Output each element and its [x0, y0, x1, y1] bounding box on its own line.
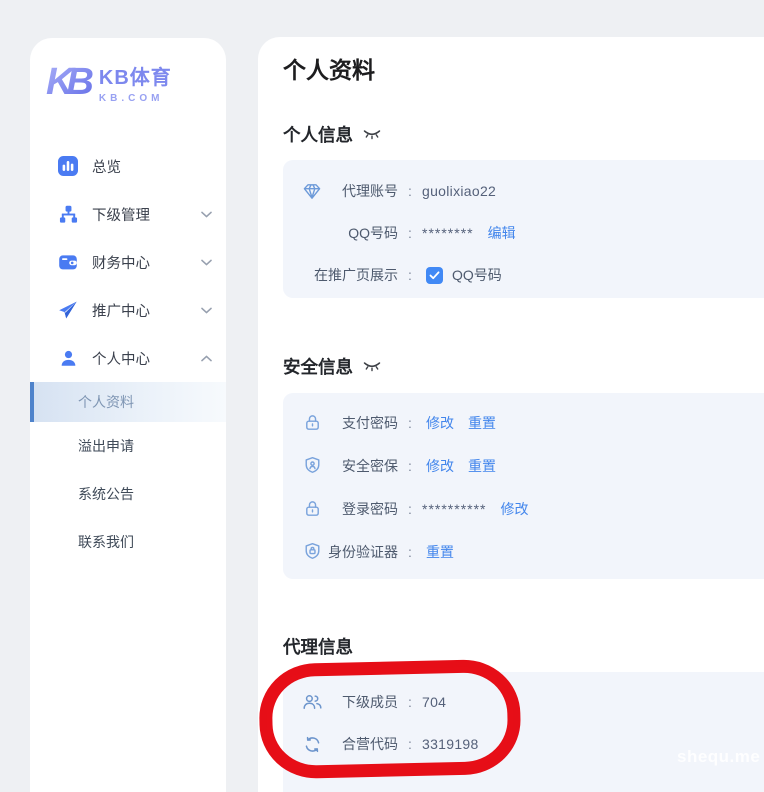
modify-link[interactable]: 修改 [426, 413, 454, 433]
sidebar-item-label: 下级管理 [92, 204, 201, 225]
reset-link[interactable]: 重置 [426, 542, 454, 562]
colon: : [398, 267, 422, 283]
subordinate-members-value: 704 [422, 694, 446, 710]
sidebar-item-label: 财务中心 [92, 252, 201, 273]
security-question-row: 安全密保 : 修改 重置 [283, 444, 764, 487]
reset-link[interactable]: 重置 [468, 413, 496, 433]
chevron-down-icon [201, 307, 212, 314]
icon-placeholder [302, 223, 322, 243]
security-info-section-header: 安全信息 [283, 354, 764, 380]
personal-info-section-header: 个人信息 [283, 122, 764, 148]
logo-text: KB体育 KB.COM [99, 61, 172, 104]
agent-info-section-header: 代理信息 [283, 634, 764, 660]
qq-number-masked-value: ******** [422, 225, 474, 241]
main-panel: 个人资料 个人信息 代理账号 : guolixiao22 QQ号码 : ****… [258, 37, 764, 792]
subordinate-members-row: 下级成员 : 704 [283, 681, 764, 723]
field-label: QQ号码 [322, 223, 398, 243]
page-title: 个人资料 [283, 54, 764, 86]
colon: : [398, 458, 422, 474]
overview-icon [58, 156, 78, 176]
sidebar-subitem-overflow-request[interactable]: 溢出申请 [30, 422, 226, 470]
lock-icon [302, 499, 322, 519]
field-label: 登录密码 [322, 499, 398, 519]
chevron-up-icon [201, 355, 212, 362]
promo-page-display-row: 在推广页展示 : QQ号码 [283, 254, 764, 296]
sidebar-subitem-contact-us[interactable]: 联系我们 [30, 518, 226, 566]
edit-link[interactable]: 编辑 [488, 223, 516, 243]
shield-lock-icon [302, 542, 322, 562]
sidebar-item-promotion[interactable]: 推广中心 [30, 286, 226, 334]
affiliate-code-value: 3319198 [422, 736, 479, 752]
field-label: 安全密保 [322, 456, 398, 476]
logo-subtitle: KB.COM [99, 93, 172, 104]
chevron-down-icon [201, 211, 212, 218]
payment-password-row: 支付密码 : 修改 重置 [283, 401, 764, 444]
modify-link[interactable]: 修改 [426, 456, 454, 476]
watermark: shequ.me [677, 747, 760, 767]
field-label: 下级成员 [322, 692, 398, 712]
field-label: 支付密码 [322, 413, 398, 433]
sidebar-item-overview[interactable]: 总览 [30, 142, 226, 190]
sidebar-subitem-label: 个人资料 [78, 392, 134, 412]
colon: : [398, 501, 422, 517]
qq-display-checkbox[interactable] [426, 267, 443, 284]
sidebar-subitem-label: 系统公告 [78, 484, 134, 504]
sidebar-item-finance[interactable]: 财务中心 [30, 238, 226, 286]
login-password-row: 登录密码 : ********** 修改 [283, 487, 764, 530]
sidebar-menu: 总览 下级管理 财务中心 [30, 142, 226, 566]
section-heading: 个人信息 [283, 122, 353, 148]
sidebar-item-subordinates[interactable]: 下级管理 [30, 190, 226, 238]
sidebar-item-label: 总览 [92, 156, 212, 177]
sidebar-subitem-system-announcements[interactable]: 系统公告 [30, 470, 226, 518]
field-label: 身份验证器 [322, 542, 398, 562]
chevron-down-icon [201, 259, 212, 266]
security-info-card: 支付密码 : 修改 重置 安全密保 : 修改 重置 登录密码 : * [283, 393, 764, 579]
subordinates-icon [58, 204, 78, 224]
authenticator-row: 身份验证器 : 重置 [283, 530, 764, 573]
checkbox-label: QQ号码 [452, 265, 502, 285]
reset-link[interactable]: 重置 [468, 456, 496, 476]
sync-icon [302, 734, 322, 754]
qq-number-row: QQ号码 : ******** 编辑 [283, 212, 764, 254]
section-heading: 安全信息 [283, 354, 353, 380]
field-label: 在推广页展示 [322, 265, 398, 285]
sidebar-item-label: 个人中心 [92, 348, 201, 369]
modify-link[interactable]: 修改 [500, 499, 528, 519]
logo-title: KB体育 [99, 61, 172, 90]
colon: : [398, 225, 422, 241]
app-window: KB KB体育 KB.COM 总览 下级管理 [0, 0, 764, 792]
eye-closed-icon[interactable] [363, 361, 381, 373]
sidebar-item-label: 推广中心 [92, 300, 201, 321]
colon: : [398, 736, 422, 752]
field-label: 合营代码 [322, 734, 398, 754]
sidebar-item-personal-center[interactable]: 个人中心 [30, 334, 226, 382]
finance-icon [58, 252, 78, 272]
shield-icon [302, 456, 322, 476]
gem-icon [302, 181, 322, 201]
members-icon [302, 692, 322, 712]
login-password-masked-value: ********** [422, 501, 486, 517]
sidebar-subitem-label: 溢出申请 [78, 436, 134, 456]
colon: : [398, 544, 422, 560]
eye-closed-icon[interactable] [363, 129, 381, 141]
kb-logo-monogram: KB [46, 60, 97, 104]
colon: : [398, 694, 422, 710]
logo: KB KB体育 KB.COM [30, 38, 226, 104]
agent-account-row: 代理账号 : guolixiao22 [283, 170, 764, 212]
profile-icon [58, 348, 78, 368]
section-heading: 代理信息 [283, 634, 353, 660]
agent-account-value: guolixiao22 [422, 183, 496, 199]
colon: : [398, 415, 422, 431]
sidebar-subitem-label: 联系我们 [78, 532, 134, 552]
agent-info-card: 下级成员 : 704 合营代码 : 3319198 [283, 672, 764, 792]
field-label: 代理账号 [322, 181, 398, 201]
sidebar: KB KB体育 KB.COM 总览 下级管理 [30, 38, 226, 792]
colon: : [398, 183, 422, 199]
lock-icon [302, 413, 322, 433]
promotion-icon [58, 300, 78, 320]
personal-info-card: 代理账号 : guolixiao22 QQ号码 : ******** 编辑 在推… [283, 160, 764, 298]
sidebar-subitem-profile-active[interactable]: 个人资料 [30, 382, 226, 422]
